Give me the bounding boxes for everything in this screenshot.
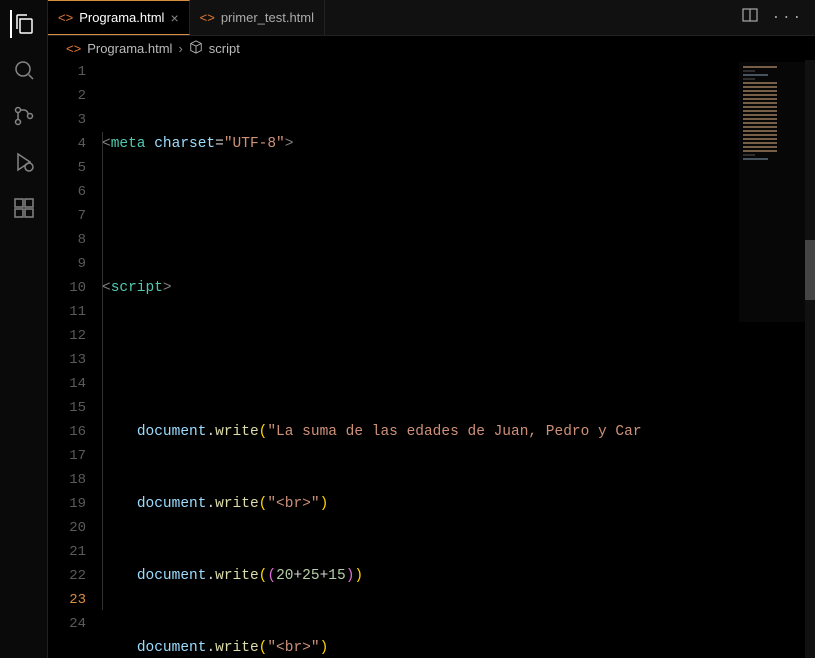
minimap[interactable] bbox=[739, 62, 809, 322]
tab-primer-test[interactable]: <> primer_test.html bbox=[190, 0, 325, 35]
symbol-icon bbox=[189, 40, 203, 57]
code-area[interactable]: <meta charset="UTF-8"> <script> document… bbox=[102, 60, 815, 658]
editor-main: <> Programa.html × <> primer_test.html ·… bbox=[48, 0, 815, 658]
extensions-icon[interactable] bbox=[10, 194, 38, 222]
html-file-icon: <> bbox=[66, 41, 81, 56]
chevron-right-icon: › bbox=[178, 41, 182, 56]
breadcrumb[interactable]: <> Programa.html › script bbox=[48, 36, 815, 60]
split-editor-icon[interactable] bbox=[742, 7, 758, 28]
tab-actions: ··· bbox=[730, 0, 815, 35]
explorer-icon[interactable] bbox=[10, 10, 38, 38]
editor[interactable]: 1 2 3 4 5 6 7 8 9 10 11 12 13 14 15 16 1… bbox=[48, 60, 815, 658]
breadcrumb-file: Programa.html bbox=[87, 41, 172, 56]
close-icon[interactable]: × bbox=[170, 10, 178, 26]
line-gutter: 1 2 3 4 5 6 7 8 9 10 11 12 13 14 15 16 1… bbox=[48, 60, 102, 658]
more-actions-icon[interactable]: ··· bbox=[772, 10, 803, 26]
activity-bar bbox=[0, 0, 48, 658]
breadcrumb-symbol: script bbox=[209, 41, 240, 56]
tab-programa[interactable]: <> Programa.html × bbox=[48, 0, 190, 35]
tab-bar: <> Programa.html × <> primer_test.html ·… bbox=[48, 0, 815, 36]
vertical-scrollbar[interactable] bbox=[805, 60, 815, 658]
html-file-icon: <> bbox=[58, 10, 73, 25]
search-icon[interactable] bbox=[10, 56, 38, 84]
scrollbar-thumb[interactable] bbox=[805, 240, 815, 300]
tab-label: primer_test.html bbox=[221, 10, 314, 25]
tab-label: Programa.html bbox=[79, 10, 164, 25]
html-file-icon: <> bbox=[200, 10, 215, 25]
source-control-icon[interactable] bbox=[10, 102, 38, 130]
run-debug-icon[interactable] bbox=[10, 148, 38, 176]
